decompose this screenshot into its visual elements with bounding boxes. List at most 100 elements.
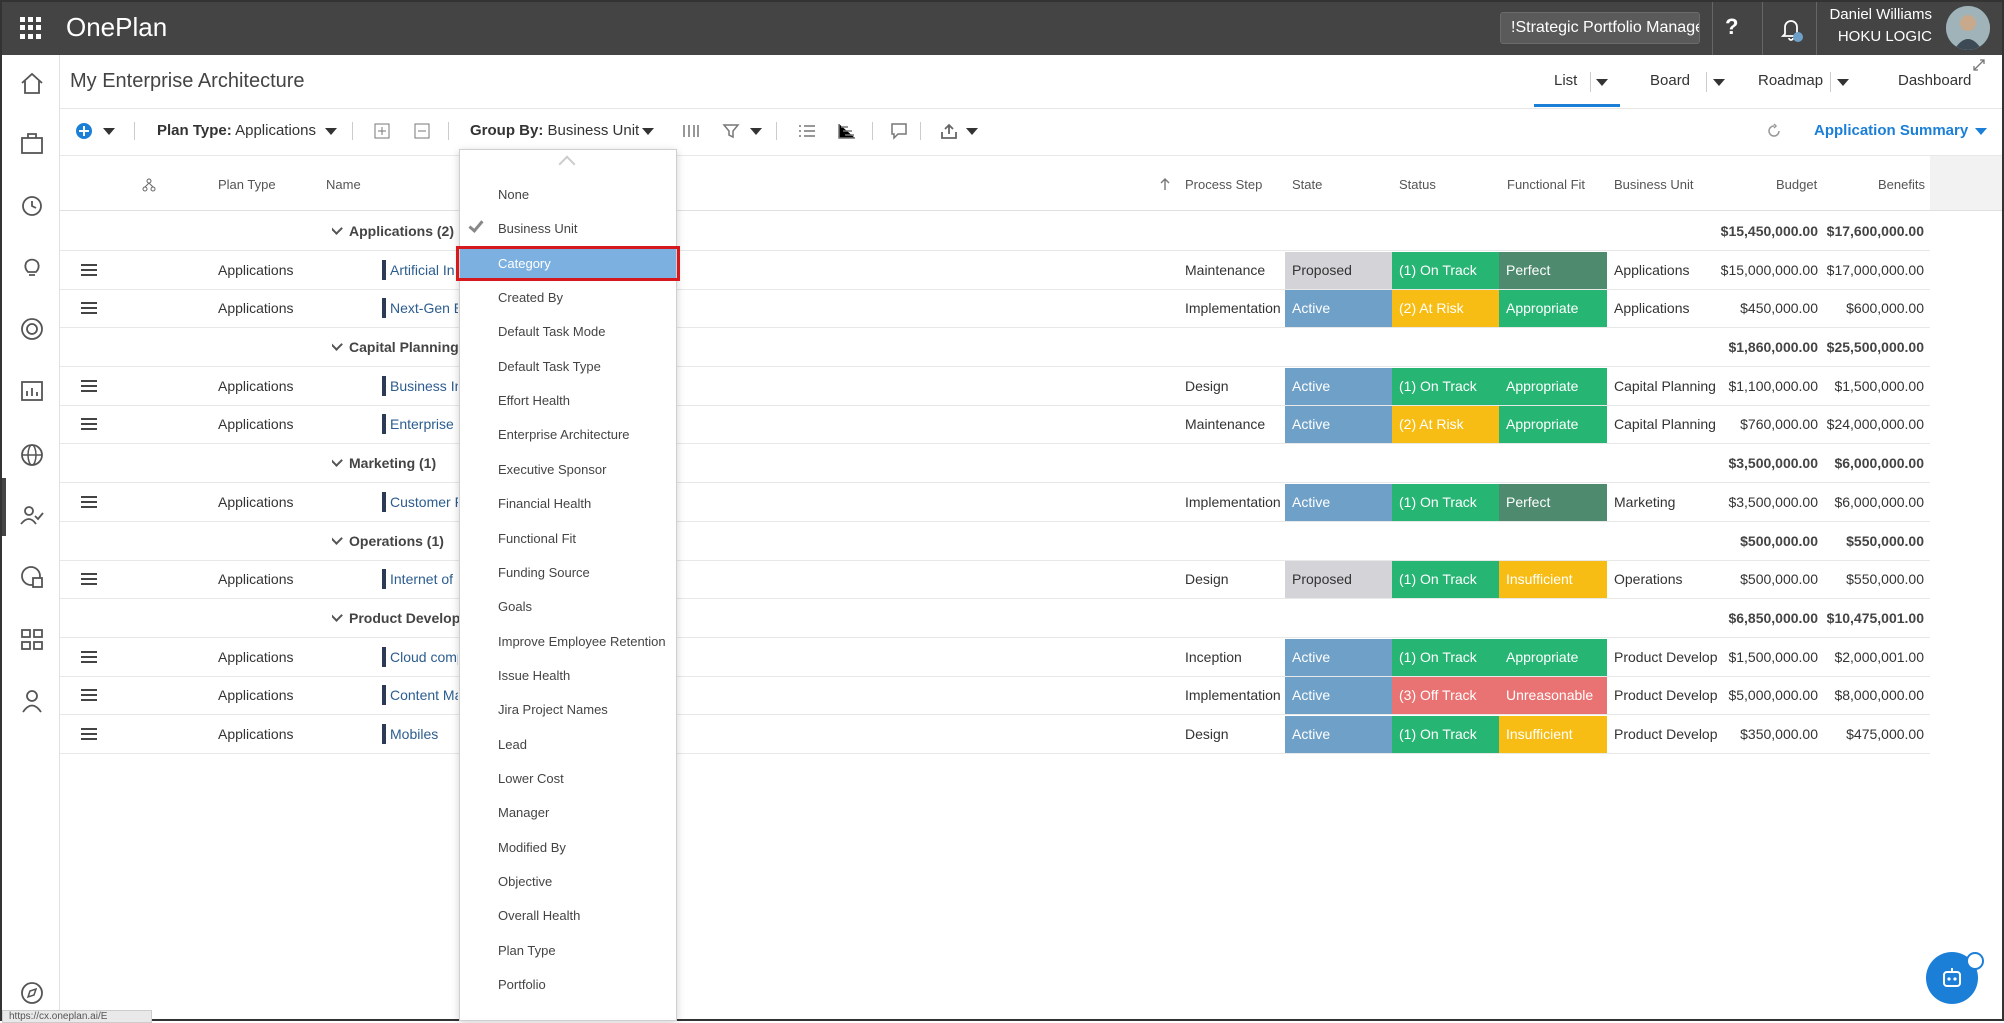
user-avatar[interactable] [1946,6,1990,50]
timesheet-clock-icon[interactable] [18,191,46,219]
column-header-functional-fit[interactable]: Functional Fit [1507,177,1585,192]
column-header-status[interactable]: Status [1399,177,1436,192]
group-label[interactable]: Operations (1) [332,533,460,549]
hierarchy-icon[interactable] [142,178,156,192]
app-name[interactable]: OnePlan [66,12,167,43]
group-by-option[interactable]: Jira Project Names [460,693,676,725]
export-upload-icon[interactable] [940,122,958,140]
group-by-option[interactable]: Funding Source [460,556,676,588]
name-cell-link[interactable]: Enterprise F [390,416,458,432]
resources-people-icon[interactable] [18,501,46,529]
org-structure-icon[interactable] [18,625,46,653]
column-header-process-step[interactable]: Process Step [1185,177,1262,192]
portfolio-briefcase-icon[interactable] [18,129,46,157]
collapse-all-icon[interactable] [414,123,430,139]
group-label[interactable]: Marketing (1) [332,455,460,471]
filter-caret-icon[interactable] [750,128,762,135]
name-cell-link[interactable]: Content Ma [390,687,458,703]
view-tab-board[interactable]: Board [1650,72,1690,89]
row-menu-icon[interactable] [81,651,97,664]
application-summary-selector[interactable]: Application Summary [1814,122,1968,139]
view-tab-dashboard[interactable]: Dashboard [1898,72,1971,89]
expand-icon[interactable] [1972,58,1986,72]
group-by-option[interactable]: Effort Health [460,384,676,416]
home-icon[interactable] [18,69,46,97]
row-menu-icon[interactable] [81,380,97,393]
integrations-icon[interactable] [18,563,46,591]
name-cell-link[interactable]: Internet of [390,571,458,587]
row-menu-icon[interactable] [81,728,97,741]
group-by-option[interactable]: Modified By [460,831,676,863]
compass-icon[interactable] [18,979,46,1007]
goals-target-icon[interactable] [18,315,46,343]
group-by-option[interactable]: Enterprise Architecture [460,418,676,450]
group-by-option[interactable]: Lead [460,728,676,760]
reports-chart-icon[interactable] [18,377,46,405]
name-cell-link[interactable]: Artificial In [390,262,458,278]
group-by-option[interactable]: Financial Health [460,487,676,519]
refresh-icon[interactable] [1766,123,1782,139]
filter-icon[interactable] [722,122,740,140]
group-label[interactable]: Product Develop [332,610,460,626]
group-by-option[interactable]: Manager [460,796,676,828]
sort-ascending-icon[interactable] [1159,177,1171,191]
group-by-option[interactable]: Objective [460,865,676,897]
expand-all-icon[interactable] [374,123,390,139]
scroll-up-arrow-icon[interactable] [558,155,576,173]
chevron-down-icon[interactable] [332,533,343,545]
app-launcher-icon[interactable] [20,17,42,39]
group-by-selector[interactable]: Group By: Business Unit [470,122,639,139]
summary-caret-icon[interactable] [1975,128,1987,135]
group-by-option[interactable]: Plan Type [460,934,676,966]
group-by-option[interactable]: Default Task Mode [460,315,676,347]
view-tab-list[interactable]: List [1554,72,1577,89]
row-menu-icon[interactable] [81,264,97,277]
list-view-icon[interactable] [798,123,816,139]
group-by-caret-icon[interactable] [642,128,654,135]
name-cell-link[interactable]: Next-Gen E [390,300,458,316]
export-caret-icon[interactable] [966,128,978,135]
ideas-lightbulb-icon[interactable] [18,253,46,281]
row-menu-icon[interactable] [81,689,97,702]
gantt-view-icon[interactable] [838,123,856,139]
name-cell-link[interactable]: Business In [390,378,458,394]
row-menu-icon[interactable] [81,573,97,586]
column-header-name[interactable]: Name [326,177,361,192]
enterprise-architecture-globe-icon[interactable] [18,441,46,469]
group-label[interactable]: Applications (2) [332,223,460,239]
add-plus-icon[interactable] [75,122,93,140]
column-header-budget[interactable]: Budget [1776,177,1817,192]
group-by-option[interactable]: None [460,178,676,210]
column-header-plan-type[interactable]: Plan Type [218,177,276,192]
name-cell-link[interactable]: Mobiles [390,726,458,742]
portfolio-selector[interactable]: !Strategic Portfolio Manager [1500,12,1700,44]
group-by-option[interactable]: Default Task Type [460,350,676,382]
board-dropdown-caret-icon[interactable] [1713,79,1725,86]
view-tab-roadmap[interactable]: Roadmap [1758,72,1823,89]
group-by-option[interactable]: Issue Health [460,659,676,691]
column-header-state[interactable]: State [1292,177,1322,192]
columns-icon[interactable] [682,123,700,139]
add-dropdown-caret-icon[interactable] [103,128,115,135]
group-by-option[interactable]: Executive Sponsor [460,453,676,485]
row-menu-icon[interactable] [81,418,97,431]
group-by-option[interactable]: Improve Employee Retention [460,625,676,657]
plan-type-filter[interactable]: Plan Type: Applications [157,122,316,139]
chevron-down-icon[interactable] [332,610,343,622]
group-by-option[interactable]: Functional Fit [460,522,676,554]
column-header-business-unit[interactable]: Business Unit [1614,177,1693,192]
group-by-option[interactable]: Overall Health [460,899,676,931]
power-badge-icon[interactable] [1966,952,1984,970]
chevron-down-icon[interactable] [332,339,343,351]
group-by-option[interactable]: Created By [460,281,676,313]
profile-user-icon[interactable] [18,687,46,715]
row-menu-icon[interactable] [81,496,97,509]
comments-icon[interactable] [890,122,908,140]
chevron-down-icon[interactable] [332,223,343,235]
chevron-down-icon[interactable] [332,455,343,467]
plan-type-caret-icon[interactable] [325,128,337,135]
roadmap-dropdown-caret-icon[interactable] [1837,79,1849,86]
row-menu-icon[interactable] [81,302,97,315]
user-name[interactable]: Daniel Williams [1828,6,1932,23]
help-button[interactable]: ? [1725,14,1738,40]
